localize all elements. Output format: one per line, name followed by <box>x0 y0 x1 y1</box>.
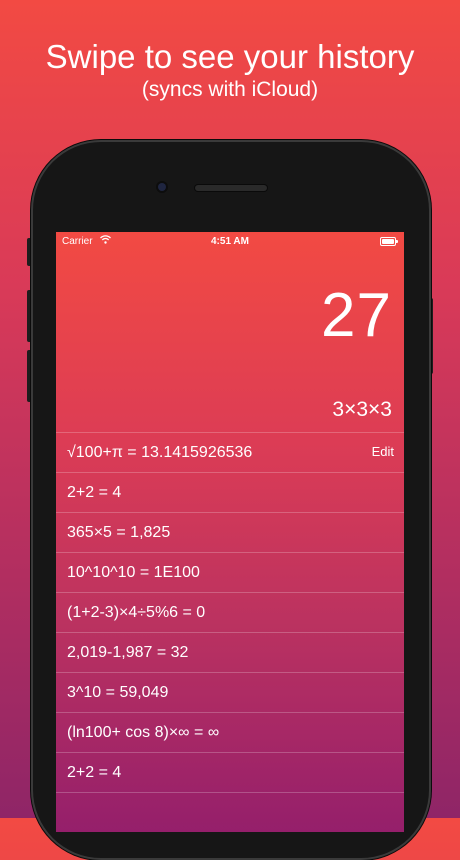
history-row[interactable]: (ln100+ cos 8)×∞ = ∞ <box>56 712 404 752</box>
history-row[interactable]: 3^10 = 59,049 <box>56 672 404 712</box>
history-entry: 365×5 = 1,825 <box>67 524 171 541</box>
history-entry: 2,019-1,987 = 32 <box>67 644 189 661</box>
history-entry: 2+2 = 4 <box>67 764 122 781</box>
history-row[interactable]: (1+2-3)×4÷5%6 = 0 <box>56 592 404 632</box>
battery-icon <box>380 237 398 246</box>
history-list: √100+π = 13.1415926536 Edit 2+2 = 4 365×… <box>56 432 404 832</box>
history-entry: 10^10^10 = 1E100 <box>67 564 200 581</box>
history-entry: 3^10 = 59,049 <box>67 684 169 701</box>
headline-title: Swipe to see your history <box>45 38 415 75</box>
history-row[interactable]: 2+2 = 4 <box>56 472 404 512</box>
expression-display[interactable]: 3×3×3 <box>332 398 392 422</box>
history-entry: √100+π = 13.1415926536 <box>67 444 253 461</box>
status-time: 4:51 AM <box>211 236 249 247</box>
history-row[interactable]: 2+2 = 4 <box>56 752 404 792</box>
history-entry: 2+2 = 4 <box>67 484 122 501</box>
history-row[interactable]: √100+π = 13.1415926536 Edit <box>56 432 404 472</box>
camera-icon <box>158 183 166 191</box>
history-row[interactable]: 10^10^10 = 1E100 <box>56 552 404 592</box>
edit-button[interactable]: Edit <box>372 433 394 471</box>
history-entry: (1+2-3)×4÷5%6 = 0 <box>67 604 206 621</box>
headline-subtitle: (syncs with iCloud) <box>141 78 319 101</box>
history-row[interactable]: 365×5 = 1,825 <box>56 512 404 552</box>
speaker-grille <box>195 185 267 191</box>
phone-screen: Carrier 4:51 AM 27 3×3×3 √100+π = 13.141… <box>56 232 404 832</box>
history-row[interactable]: 2,019-1,987 = 32 <box>56 632 404 672</box>
history-row <box>56 792 404 832</box>
history-entry: (ln100+ cos 8)×∞ = ∞ <box>67 724 220 741</box>
status-bar: Carrier 4:51 AM <box>56 232 404 250</box>
result-display: 27 <box>321 281 392 350</box>
